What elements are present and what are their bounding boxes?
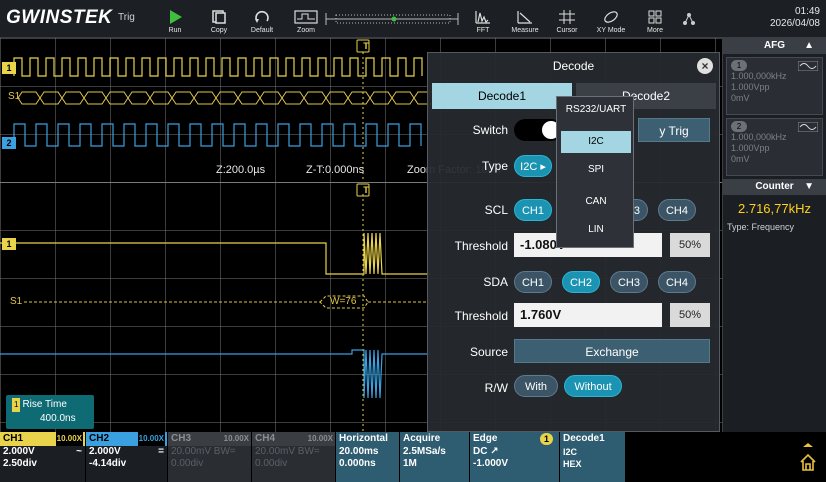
fft-button[interactable]: FFT [466, 2, 500, 36]
zoom-icon [294, 10, 318, 24]
scl-threshold-percent[interactable]: 50% [670, 233, 710, 257]
counter-type: Type: Frequency [727, 222, 795, 232]
cursor-icon [559, 10, 575, 24]
bus-s1-label: S1 [8, 91, 21, 102]
rw-without[interactable]: Without [564, 375, 622, 397]
scl-ch4[interactable]: CH4 [658, 199, 696, 221]
cursor-button[interactable]: Cursor [550, 2, 584, 36]
ch1-status[interactable]: CH1 10.00X 2.000V ~ 2.50div [0, 432, 86, 482]
ch2-zoom-trace [0, 349, 430, 399]
trigger-status: Trig [118, 12, 135, 23]
ch4-status[interactable]: CH4 10.00X 20.00mV BW= 0.00div [252, 432, 336, 482]
ch1-zoom-trace [0, 232, 430, 275]
sda-ch1[interactable]: CH1 [514, 271, 552, 293]
type-label: Type [481, 159, 508, 173]
decode-type-menu: RS232/UART I2C SPI CAN LIN [556, 96, 634, 248]
sda-threshold-percent[interactable]: 50% [670, 303, 710, 327]
ch2-main-trace [13, 123, 422, 147]
type-select[interactable]: I2C ▸ [514, 155, 552, 177]
decode-status[interactable]: Decode1 I2C HEX [560, 432, 626, 482]
tab-decode1[interactable]: Decode1 [432, 83, 572, 109]
copy-button[interactable]: Copy [202, 2, 236, 36]
copy-icon [212, 10, 226, 24]
measure-icon [517, 11, 532, 24]
rw-label: R/W [484, 381, 508, 395]
afg2-panel[interactable]: 2 1.000,000kHz 1.000Vpp 0mV [726, 118, 823, 176]
ch1-tag: 1 [12, 398, 21, 412]
rising-edge-icon: ↗ [490, 446, 499, 457]
trigger-marker-zoom[interactable]: T [359, 184, 373, 196]
clock: 01:49 2026/04/08 [769, 6, 820, 29]
menu-item-can[interactable]: CAN [561, 191, 631, 213]
expand-icon: ▼ [804, 181, 814, 192]
dialog-title: Decode × [428, 53, 719, 79]
trigger-status-cell[interactable]: Edge 1 DC ↗ -1.000V [470, 432, 560, 482]
measure-button[interactable]: Measure [508, 2, 542, 36]
close-icon[interactable]: × [697, 58, 713, 74]
default-button[interactable]: Default [245, 2, 279, 36]
bus-main-trace [17, 91, 437, 105]
counter-header[interactable]: Counter ▼ [723, 179, 826, 195]
bus-decode-value: W=76 [330, 296, 357, 307]
zoom-offset: Z-T:0.000ns [306, 164, 365, 176]
ch2-status[interactable]: CH2 10.00X 2.000V = -4.14div [86, 432, 168, 482]
default-icon [255, 10, 269, 23]
sda-ch4[interactable]: CH4 [658, 271, 696, 293]
more-button[interactable]: More [638, 2, 672, 36]
menu-item-lin[interactable]: LIN [561, 219, 631, 241]
zoom-button[interactable]: Zoom [288, 2, 324, 36]
run-button[interactable]: Run [158, 2, 192, 36]
rw-with[interactable]: With [514, 375, 558, 397]
home-icon[interactable] [798, 440, 818, 474]
ch1-zoom-marker[interactable]: 1 [2, 238, 16, 250]
acquire-status[interactable]: Acquire 2.5MSa/s 1M [400, 432, 470, 482]
menu-item-rs232[interactable]: RS232/UART [561, 99, 631, 121]
sda-threshold-input[interactable]: 1.760V [514, 303, 662, 327]
bus-trigger-button[interactable]: y Trig [638, 118, 710, 142]
scl-label: SCL [484, 203, 508, 217]
more-icon [648, 10, 662, 24]
status-bar: CH1 10.00X 2.000V ~ 2.50div CH2 10.00X 2.0… [0, 432, 826, 482]
network-icon[interactable] [682, 12, 696, 26]
trigger-marker-top[interactable]: T [359, 40, 373, 52]
sine-wave-icon [798, 122, 818, 132]
rise-time-measurement[interactable]: 1 Rise Time 400.0ns [6, 395, 94, 429]
sda-label: SDA [483, 275, 508, 289]
top-toolbar: GWINSTEK Trig Run Copy Default Zoom FFT … [0, 0, 826, 38]
scl-threshold-label: Threshold [454, 239, 508, 253]
source-label: Source [469, 345, 508, 359]
scl-ch1[interactable]: CH1 [514, 199, 552, 221]
bus-s1-zoom-label: S1 [10, 296, 23, 307]
sda-threshold-label: Threshold [454, 309, 508, 323]
side-panel: AFG ▲ 1 1.000,000kHz 1.000Vpp 0mV 2 1.00… [722, 38, 826, 432]
chevron-right-icon: ▸ [540, 161, 546, 173]
xy-mode-button[interactable]: XY Mode [592, 2, 630, 36]
switch-label: Switch [472, 123, 508, 137]
source-exchange-button[interactable]: Exchange [514, 339, 710, 363]
sda-ch2[interactable]: CH2 [562, 271, 600, 293]
horizontal-status[interactable]: Horizontal 20.00ms 0.000ns [336, 432, 400, 482]
counter-value: 2.716,77kHz [738, 201, 811, 216]
xy-mode-icon [604, 11, 618, 23]
sine-wave-icon [798, 61, 818, 71]
afg1-panel[interactable]: 1 1.000,000kHz 1.000Vpp 0mV [726, 57, 823, 115]
fft-icon [475, 11, 490, 24]
ch1-main-trace [13, 57, 423, 77]
afg-header[interactable]: AFG ▲ [723, 38, 826, 54]
collapse-icon: ▲ [804, 40, 814, 51]
switch-toggle[interactable] [514, 119, 562, 141]
menu-item-spi[interactable]: SPI [561, 159, 631, 181]
ch2-marker[interactable]: 2 [2, 137, 16, 149]
ch3-status[interactable]: CH3 10.00X 20.00mV BW= 0.00div [168, 432, 252, 482]
ch1-marker[interactable]: 1 [2, 62, 16, 74]
brand-logo: GWINSTEK [6, 7, 113, 28]
zoom-timebase: Z:200.0µs [216, 164, 266, 176]
bus-zoom-trace [24, 295, 430, 309]
play-icon [170, 10, 182, 24]
memory-timeline[interactable] [324, 10, 460, 28]
sda-ch3[interactable]: CH3 [610, 271, 648, 293]
menu-item-i2c[interactable]: I2C [561, 131, 631, 153]
